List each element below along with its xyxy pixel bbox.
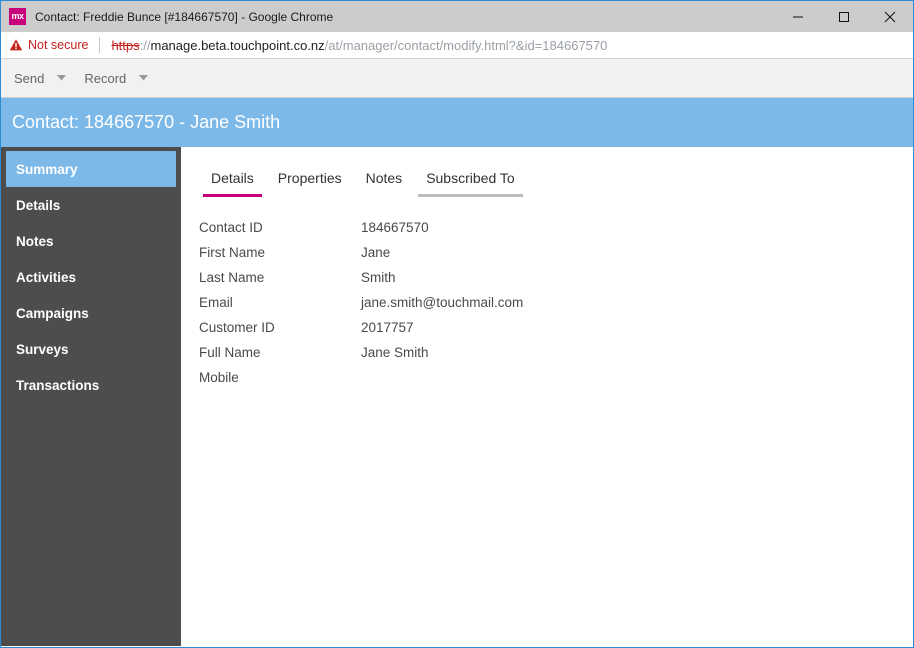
sidebar-item-transactions[interactable]: Transactions [1,367,181,403]
field-label: Last Name [199,270,265,285]
tab-hover-underline [418,194,523,197]
sidebar: Summary Details Notes Activities Campaig… [1,147,181,646]
sidebar-item-surveys[interactable]: Surveys [1,331,181,367]
security-label: Not secure [28,38,89,52]
field-row: Contact ID 184667570 [199,215,913,240]
field-row: Mobile [199,365,913,390]
app-toolbar: Send Record [1,59,913,98]
tab-notes[interactable]: Notes [354,170,415,197]
tab-active-underline [203,194,262,197]
maximize-icon [839,11,849,22]
menu-item-record-label: Record [84,70,127,86]
tab-label: Details [211,170,254,186]
omnibox-divider [99,37,101,53]
field-label: Customer ID [199,320,275,335]
tab-label: Notes [365,170,403,186]
menu-item-send-label: Send [14,70,45,86]
browser-window: mx Contact: Freddie Bunce [#184667570] -… [0,0,914,648]
minimize-button[interactable] [775,1,821,32]
sidebar-item-label: Details [16,197,61,213]
tab-details[interactable]: Details [199,170,266,197]
menu-item-send[interactable]: Send [10,59,80,98]
sidebar-item-label: Surveys [16,341,69,357]
sidebar-item-activities[interactable]: Activities [1,259,181,295]
window-title: Contact: Freddie Bunce [#184667570] - Go… [35,9,334,24]
sidebar-item-label: Notes [16,233,54,249]
field-value: 2017757 [361,320,414,335]
page-body: Summary Details Notes Activities Campaig… [1,147,913,646]
sidebar-item-label: Activities [16,269,77,285]
tab-strip: Details Properties Notes Subscribed To [199,161,913,197]
security-indicator[interactable]: Not secure [9,38,88,52]
field-row: Last Name Smith [199,265,913,290]
sidebar-item-summary[interactable]: Summary [6,151,176,187]
field-value: Jane Smith [361,345,429,360]
field-label: Mobile [199,370,239,385]
url-host: manage.beta.touchpoint.co.nz [150,37,325,53]
page-header: Contact: 184667570 - Jane Smith [1,98,913,147]
field-row: Email jane.smith@touchmail.com [199,290,913,315]
menu-item-record[interactable]: Record [80,59,162,98]
sidebar-item-label: Summary [16,161,78,177]
field-label: Full Name [199,345,261,360]
sidebar-item-details[interactable]: Details [1,187,181,223]
tab-underline [270,194,350,197]
sidebar-item-label: Campaigns [16,305,89,321]
sidebar-item-campaigns[interactable]: Campaigns [1,295,181,331]
field-value: Smith [361,270,396,285]
page-title: Contact: 184667570 - Jane Smith [12,112,281,132]
field-value: 184667570 [361,220,429,235]
field-label: Contact ID [199,220,263,235]
field-value: jane.smith@touchmail.com [361,295,524,310]
field-value: Jane [361,245,391,260]
chevron-down-icon [139,75,149,81]
window-controls [775,1,913,32]
favicon-icon: mx [9,8,26,25]
tab-label: Subscribed To [426,170,515,186]
tab-underline [358,194,411,197]
tab-label: Properties [277,170,342,186]
field-row: Full Name Jane Smith [199,340,913,365]
title-bar: mx Contact: Freddie Bunce [#184667570] -… [1,1,913,32]
close-button[interactable] [867,1,913,32]
omnibox-bar[interactable]: Not secure https://manage.beta.touchpoin… [1,32,913,59]
field-label: Email [199,295,233,310]
warning-triangle-icon [9,39,23,51]
field-label: First Name [199,245,266,260]
details-field-list: Contact ID 184667570 First Name Jane Las… [199,215,913,390]
close-icon [884,11,896,22]
maximize-button[interactable] [821,1,867,32]
chevron-down-icon [57,75,67,81]
url-path: /at/manager/contact/modify.html?&id=1846… [324,37,608,53]
tab-subscribed-to[interactable]: Subscribed To [414,170,526,197]
url-separator: :// [139,37,151,53]
url-text[interactable]: https://manage.beta.touchpoint.co.nz/at/… [111,38,607,53]
tab-properties[interactable]: Properties [266,170,354,197]
field-row: Customer ID 2017757 [199,315,913,340]
minimize-icon [793,16,803,17]
sidebar-item-label: Transactions [16,377,100,393]
sidebar-item-notes[interactable]: Notes [1,223,181,259]
field-row: First Name Jane [199,240,913,265]
content-panel: Details Properties Notes Subscribed To C… [181,147,913,646]
url-scheme: https [111,37,140,53]
